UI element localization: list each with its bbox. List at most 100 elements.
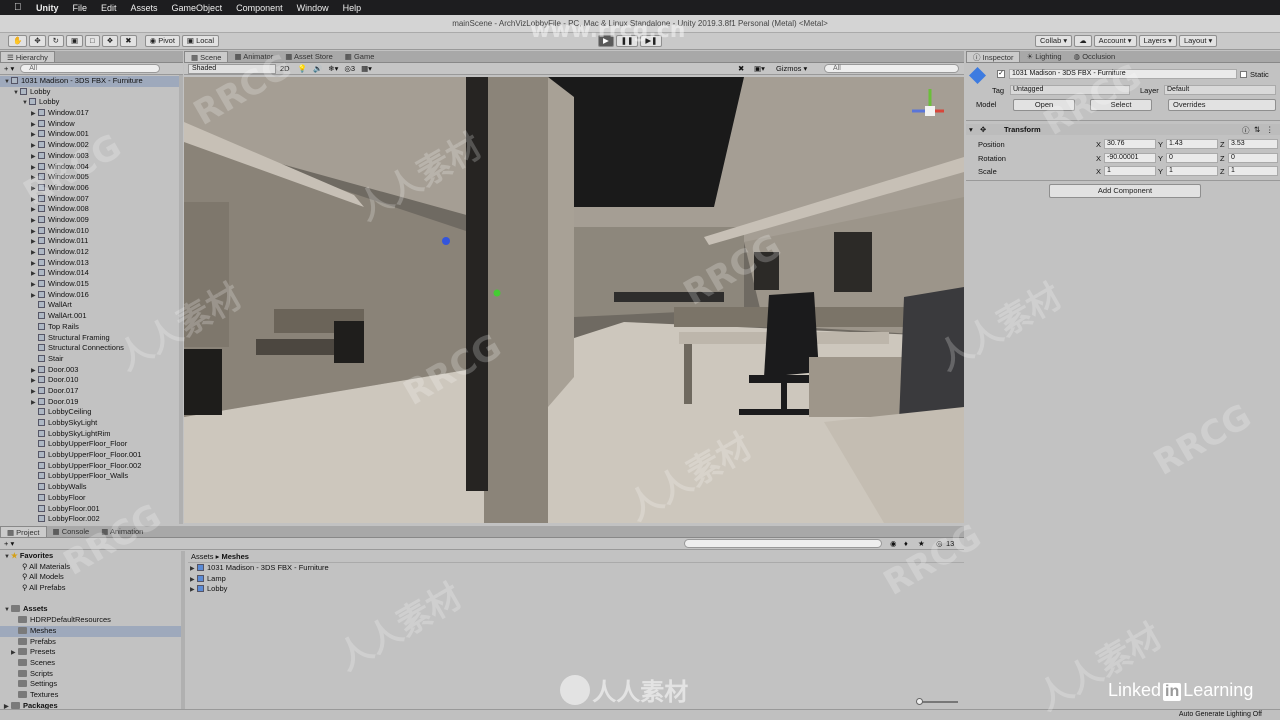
tab-lighting[interactable]: ☀ Lighting: [1020, 51, 1067, 62]
hierarchy-row[interactable]: Structural Connections: [0, 343, 183, 354]
search-by-type-icon[interactable]: ◉: [890, 539, 897, 548]
hierarchy-row[interactable]: ▶ Window.014: [0, 268, 183, 279]
hierarchy-row[interactable]: Stair: [0, 354, 183, 365]
hierarchy-row[interactable]: ▶ Window.006: [0, 183, 183, 194]
hierarchy-row[interactable]: ▶ Window.003: [0, 151, 183, 162]
hierarchy-row[interactable]: ▶ Window.013: [0, 258, 183, 269]
rotation-z-field[interactable]: 0: [1228, 153, 1278, 163]
local-toggle[interactable]: ▣ Local: [181, 35, 220, 47]
hierarchy-row[interactable]: ▶ Window.008: [0, 204, 183, 215]
hierarchy-row[interactable]: ▶ Window.010: [0, 226, 183, 237]
hierarchy-row[interactable]: ▶ Window.004: [0, 162, 183, 173]
scene-search-input[interactable]: All: [824, 64, 959, 73]
hierarchy-row[interactable]: ▶ Door.019: [0, 397, 183, 408]
active-checkbox[interactable]: ✓: [997, 70, 1005, 78]
rotation-y-field[interactable]: 0: [1166, 153, 1218, 163]
hierarchy-row[interactable]: ▶ Window.012: [0, 247, 183, 258]
hierarchy-row[interactable]: ▼ Lobby: [0, 87, 183, 98]
hierarchy-row[interactable]: LobbyCeiling: [0, 407, 183, 418]
hierarchy-row[interactable]: LobbyUpperFloor_Walls: [0, 471, 183, 482]
folder-settings[interactable]: Settings: [0, 679, 182, 690]
hand-tool-button[interactable]: ✋: [8, 35, 28, 47]
hierarchy-create-button[interactable]: + ▾: [4, 64, 14, 73]
hierarchy-row[interactable]: ▼ 1031 Madison - 3DS FBX - Furniture: [0, 76, 183, 87]
hierarchy-row[interactable]: LobbyUpperFloor_Floor: [0, 439, 183, 450]
overrides-dropdown[interactable]: Overrides: [1168, 99, 1276, 111]
hierarchy-row[interactable]: LobbyWalls: [0, 482, 183, 493]
folder-scripts[interactable]: Scripts: [0, 669, 182, 680]
breadcrumb-meshes[interactable]: Meshes: [221, 552, 249, 561]
scale-tool-button[interactable]: ▣: [65, 35, 84, 47]
camera-dropdown-icon[interactable]: ▣▾: [754, 64, 765, 73]
menu-component[interactable]: Component: [236, 3, 283, 13]
tab-console[interactable]: ▦ Console: [47, 526, 96, 537]
hierarchy-row[interactable]: LobbyFloor: [0, 493, 183, 504]
hierarchy-row[interactable]: ▶ Door.003: [0, 365, 183, 376]
hierarchy-row[interactable]: LobbyFloor.001: [0, 504, 183, 515]
hierarchy-row[interactable]: LobbySkyLight: [0, 418, 183, 429]
favorites-header[interactable]: ▼★ Favorites: [0, 551, 182, 562]
hierarchy-row[interactable]: Top Rails: [0, 322, 183, 333]
hierarchy-scrollbar[interactable]: [179, 75, 183, 524]
audio-toggle-icon[interactable]: 🔊: [313, 64, 322, 73]
layout-button[interactable]: Layout ▾: [1178, 35, 1218, 47]
favorite-icon[interactable]: ★: [918, 539, 925, 548]
hierarchy-row[interactable]: ▶ Door.017: [0, 386, 183, 397]
project-create-button[interactable]: + ▾: [4, 539, 14, 548]
hierarchy-row[interactable]: LobbyFloor.002: [0, 514, 183, 524]
project-tree-scrollbar[interactable]: [181, 551, 185, 709]
assets-header[interactable]: ▼ Assets: [0, 604, 182, 615]
grid-toggle-icon[interactable]: ▦▾: [361, 64, 372, 73]
position-y-field[interactable]: 1.43: [1166, 139, 1218, 149]
menu-edit[interactable]: Edit: [101, 3, 117, 13]
object-name-field[interactable]: 1031 Madison - 3DS FBX - Furniture: [1009, 69, 1237, 79]
gizmos-dropdown[interactable]: Gizmos ▾: [776, 64, 807, 73]
project-search-input[interactable]: [684, 539, 882, 548]
rotation-x-field[interactable]: -90.00001: [1104, 153, 1156, 163]
scale-z-field[interactable]: 1: [1228, 166, 1278, 176]
search-by-label-icon[interactable]: ♦: [904, 539, 908, 548]
icon-size-slider[interactable]: [916, 698, 958, 705]
tab-game[interactable]: ▦ Game: [339, 51, 381, 62]
hierarchy-row[interactable]: ▶ Window.017: [0, 108, 183, 119]
hierarchy-row[interactable]: ▶ Window.015: [0, 279, 183, 290]
file-row[interactable]: ▶ Lamp: [188, 574, 964, 585]
move-tool-button[interactable]: ✥: [29, 35, 46, 47]
model-select-button[interactable]: Select: [1090, 99, 1152, 111]
hierarchy-row[interactable]: LobbySkyLightRim: [0, 429, 183, 440]
shading-mode-dropdown[interactable]: Shaded: [188, 63, 276, 74]
account-button[interactable]: Account ▾: [1093, 35, 1137, 47]
file-row[interactable]: ▶ 1031 Madison - 3DS FBX - Furniture: [188, 563, 964, 574]
file-row[interactable]: ▶ Lobby: [188, 584, 964, 595]
favorite-all-prefabs[interactable]: ⚲ All Prefabs: [0, 583, 182, 594]
position-z-field[interactable]: 3.53: [1228, 139, 1278, 149]
tab-occlusion[interactable]: ◍ Occlusion: [1068, 51, 1122, 62]
menu-gameobject[interactable]: GameObject: [172, 3, 223, 13]
apple-icon[interactable]: : [14, 2, 26, 13]
folder-hdrp[interactable]: HDRPDefaultResources: [0, 615, 182, 626]
add-component-button[interactable]: Add Component: [1049, 184, 1201, 198]
folder-scenes[interactable]: Scenes: [0, 658, 182, 669]
effects-dropdown-icon[interactable]: ❄▾: [328, 64, 338, 73]
menu-window[interactable]: Window: [297, 3, 329, 13]
rect-tool-button[interactable]: □: [85, 35, 100, 47]
hierarchy-row[interactable]: ▶ Window: [0, 119, 183, 130]
folder-meshes[interactable]: Meshes: [0, 625, 182, 637]
hierarchy-row[interactable]: ▶ Window.009: [0, 215, 183, 226]
scale-x-field[interactable]: 1: [1104, 166, 1156, 176]
tab-animation[interactable]: ▦ Animation: [95, 526, 149, 537]
menu-help[interactable]: Help: [343, 3, 362, 13]
pause-button[interactable]: ❚❚: [615, 35, 639, 47]
tab-animator[interactable]: ▦ Animator: [228, 51, 279, 62]
rotate-tool-button[interactable]: ↻: [47, 35, 64, 47]
hierarchy-search-input[interactable]: All: [20, 64, 161, 73]
tab-hierarchy[interactable]: ☰ Hierarchy: [0, 51, 55, 62]
hierarchy-row[interactable]: Structural Framing: [0, 333, 183, 344]
hierarchy-row[interactable]: ▶ Window.007: [0, 194, 183, 205]
play-button[interactable]: ▶: [598, 35, 614, 47]
scene-tools-icon[interactable]: ✖: [738, 64, 744, 73]
menu-app-name[interactable]: Unity: [36, 3, 59, 13]
layers-button[interactable]: Layers ▾: [1138, 35, 1177, 47]
packages-header[interactable]: ▶ Packages: [0, 701, 182, 709]
position-x-field[interactable]: 30.76: [1104, 139, 1156, 149]
